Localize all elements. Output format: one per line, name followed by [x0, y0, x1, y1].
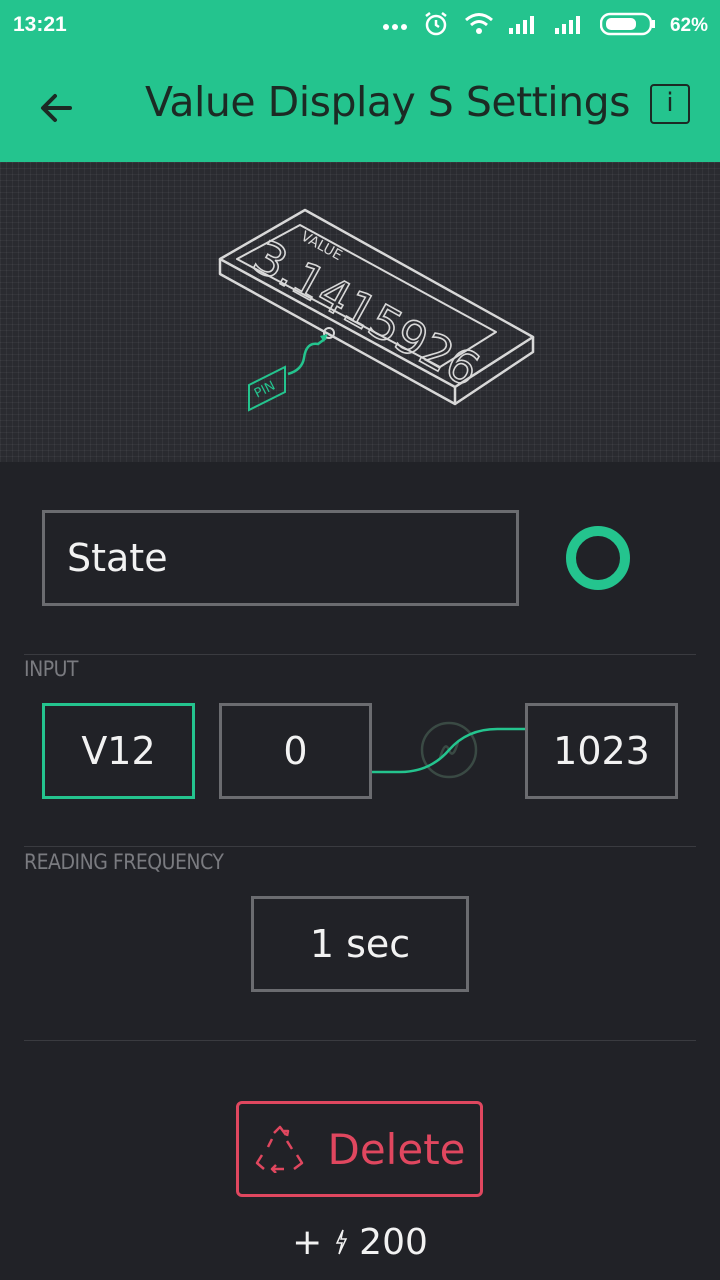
- energy-prefix: +: [292, 1222, 323, 1263]
- frequency-section-label: READING FREQUENCY: [24, 850, 224, 874]
- arrow-left-icon: [41, 94, 72, 122]
- back-button[interactable]: [28, 80, 84, 136]
- battery-percent: 62%: [669, 15, 708, 36]
- wifi-icon: [464, 12, 494, 40]
- pin-select-button[interactable]: V12: [42, 703, 195, 799]
- signal-icon: [508, 13, 540, 39]
- min-value-input[interactable]: 0: [219, 703, 372, 799]
- color-picker-button[interactable]: [566, 526, 630, 590]
- reading-frequency-select[interactable]: 1 sec: [251, 896, 469, 992]
- battery-icon: [599, 12, 656, 40]
- page-title: Value Display S Settings: [145, 78, 631, 126]
- info-button[interactable]: i: [650, 84, 690, 124]
- widget-illustration: VALUE 3.1415926 PIN: [0, 162, 720, 462]
- app-bar: Value Display S Settings i: [0, 52, 720, 162]
- mapping-curve-icon: [372, 721, 526, 779]
- divider: [24, 1040, 696, 1041]
- status-icons: 62%: [382, 11, 708, 41]
- energy-amount: 200: [359, 1222, 428, 1263]
- signal-icon-2: [554, 13, 586, 39]
- value-display-illustration: VALUE 3.1415926 PIN: [218, 208, 535, 412]
- delete-label: Delete: [327, 1124, 466, 1174]
- delete-button[interactable]: Delete: [236, 1101, 483, 1197]
- status-time: 13:21: [13, 13, 67, 36]
- divider: [24, 846, 696, 847]
- hero-value-number: 3.1415926: [245, 229, 489, 397]
- status-bar: 13:21 62%: [0, 0, 720, 52]
- alarm-icon: [422, 10, 450, 42]
- lightning-icon: [335, 1229, 347, 1255]
- recycle-icon: [255, 1125, 303, 1173]
- input-section-label: INPUT: [24, 657, 78, 681]
- widget-name-input[interactable]: State: [42, 510, 519, 606]
- divider: [24, 654, 696, 655]
- more-dots-icon: [382, 17, 408, 36]
- energy-cost: + 200: [0, 1222, 720, 1263]
- max-value-input[interactable]: 1023: [525, 703, 678, 799]
